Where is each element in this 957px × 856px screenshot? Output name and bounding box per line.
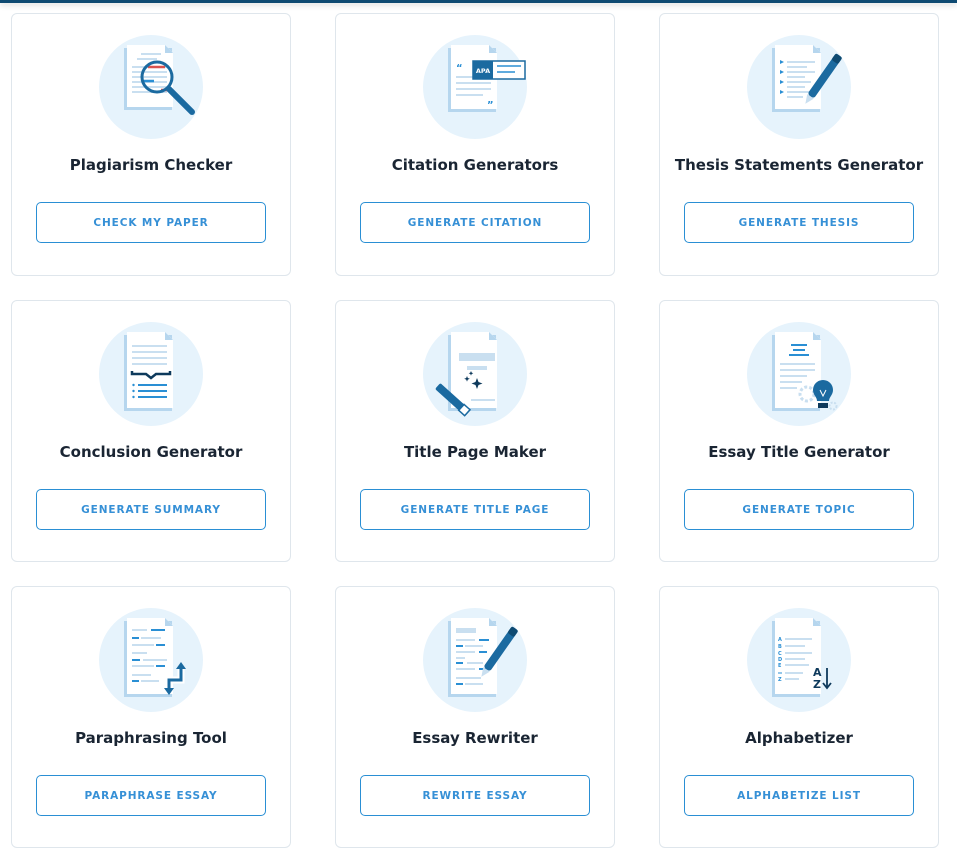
magic-wand-document-icon [423, 322, 527, 426]
generate-thesis-button[interactable]: GENERATE THESIS [684, 202, 914, 243]
rewrite-essay-button[interactable]: REWRITE ESSAY [360, 775, 590, 816]
tool-title: Thesis Statements Generator [674, 156, 924, 174]
svg-text:A: A [778, 637, 782, 643]
tool-title: Paraphrasing Tool [75, 729, 227, 747]
tool-card-title-page-maker: Title Page Maker GENERATE TITLE PAGE [335, 300, 615, 562]
apa-badge: APA [476, 67, 490, 75]
check-my-paper-button[interactable]: CHECK MY PAPER [36, 202, 266, 243]
summary-brace-document-icon [99, 322, 203, 426]
svg-text:Z: Z [813, 678, 821, 691]
generate-title-page-button[interactable]: GENERATE TITLE PAGE [360, 489, 590, 530]
magnifier-document-icon [99, 35, 203, 139]
az-sort-document-icon: ABC DEZ A Z [747, 608, 851, 712]
svg-text:Z: Z [778, 677, 782, 683]
lightbulb-document-icon [747, 322, 851, 426]
tool-card-plagiarism-checker: Plagiarism Checker CHECK MY PAPER [11, 13, 291, 276]
svg-text:B: B [778, 644, 782, 650]
tool-title: Essay Title Generator [708, 443, 890, 461]
citation-apa-document-icon: “ ” APA [423, 35, 527, 139]
tool-title: Conclusion Generator [59, 443, 243, 461]
tool-title: Citation Generators [391, 156, 559, 174]
svg-text:E: E [778, 663, 782, 669]
tools-grid: Plagiarism Checker CHECK MY PAPER “ ” AP… [11, 13, 939, 848]
generate-topic-button[interactable]: GENERATE TOPIC [684, 489, 914, 530]
tool-card-alphabetizer: ABC DEZ A Z Alphabetizer ALPHABETIZE LIS… [659, 586, 939, 848]
alphabetize-list-button[interactable]: ALPHABETIZE LIST [684, 775, 914, 816]
tool-card-essay-title-generator: Essay Title Generator GENERATE TOPIC [659, 300, 939, 562]
paraphrase-essay-button[interactable]: PARAPHRASE ESSAY [36, 775, 266, 816]
generate-summary-button[interactable]: GENERATE SUMMARY [36, 489, 266, 530]
tool-title: Essay Rewriter [412, 729, 538, 747]
tool-card-thesis-statements-generator: Thesis Statements Generator GENERATE THE… [659, 13, 939, 276]
tool-title: Title Page Maker [403, 443, 547, 461]
tool-title: Plagiarism Checker [69, 156, 233, 174]
pen-document-icon [747, 35, 851, 139]
tool-card-citation-generators: “ ” APA Citation Generators GENERATE CIT… [335, 13, 615, 276]
tool-title: Alphabetizer [745, 729, 853, 747]
generate-citation-button[interactable]: GENERATE CITATION [360, 202, 590, 243]
tool-card-essay-rewriter: Essay Rewriter REWRITE ESSAY [335, 586, 615, 848]
tool-card-paraphrasing-tool: Paraphrasing Tool PARAPHRASE ESSAY [11, 586, 291, 848]
pen-rewrite-document-icon [423, 608, 527, 712]
svg-text:“: “ [456, 63, 463, 74]
top-navigation-bar [0, 0, 957, 3]
swap-arrows-document-icon [99, 608, 203, 712]
svg-text:”: ” [487, 100, 494, 111]
tool-card-conclusion-generator: Conclusion Generator GENERATE SUMMARY [11, 300, 291, 562]
